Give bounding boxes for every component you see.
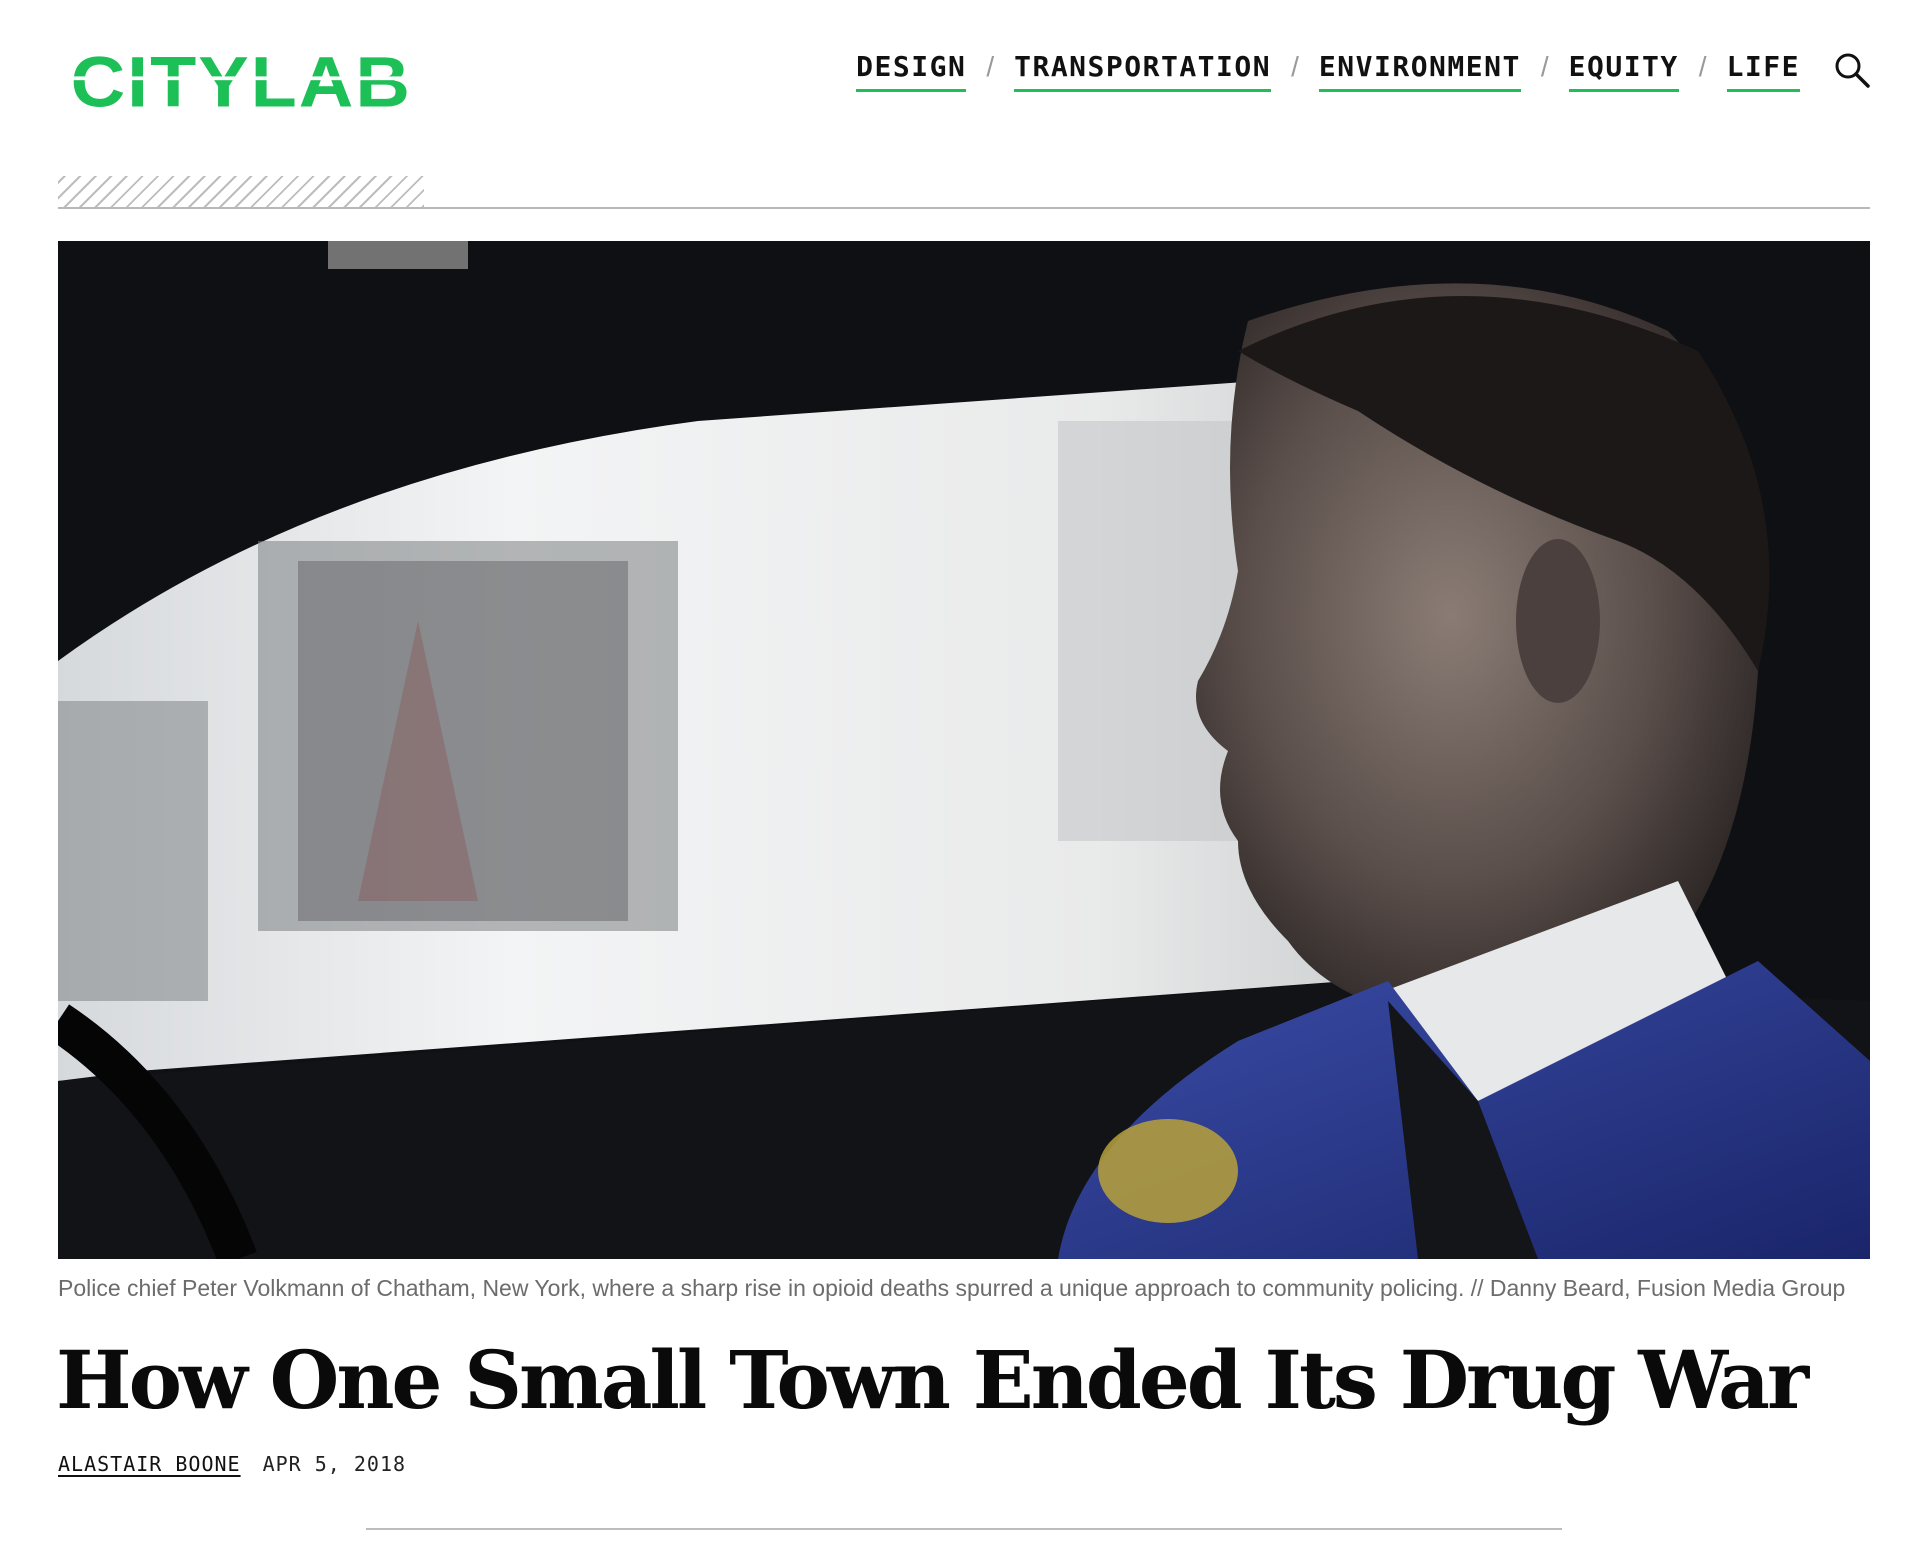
- author-link[interactable]: ALASTAIR BOONE: [58, 1452, 241, 1476]
- hero-image: [58, 241, 1870, 1259]
- article-title: How One Small Town Ended Its Drug War: [56, 1333, 1809, 1427]
- citylab-logo[interactable]: CITYLAB: [60, 50, 430, 116]
- main-nav: DESIGN / TRANSPORTATION / ENVIRONMENT / …: [856, 50, 1800, 92]
- hero-caption: Police chief Peter Volkmann of Chatham, …: [58, 1275, 1846, 1301]
- search-button[interactable]: [1832, 50, 1872, 90]
- section-hatch-decoration: [58, 176, 424, 207]
- content-divider: [366, 1528, 1562, 1530]
- nav-separator: /: [1540, 50, 1549, 82]
- logo-text: CITYLAB: [71, 50, 412, 116]
- nav-separator: /: [986, 50, 995, 82]
- logo-stencil-cut: [70, 76, 420, 81]
- nav-separator: /: [1291, 50, 1299, 82]
- hero-photo: [58, 241, 1870, 1259]
- header-divider: [58, 207, 1870, 209]
- search-icon: [1835, 53, 1870, 88]
- publish-date: APR 5, 2018: [262, 1452, 407, 1476]
- nav-environment[interactable]: ENVIRONMENT: [1318, 50, 1521, 92]
- nav-equity[interactable]: EQUITY: [1568, 50, 1679, 92]
- nav-life[interactable]: LIFE: [1726, 50, 1800, 92]
- byline: ALASTAIR BOONE APR 5, 2018: [58, 1452, 406, 1476]
- nav-separator: /: [1698, 50, 1707, 82]
- nav-design[interactable]: DESIGN: [856, 50, 967, 92]
- nav-transportation[interactable]: TRANSPORTATION: [1014, 50, 1272, 92]
